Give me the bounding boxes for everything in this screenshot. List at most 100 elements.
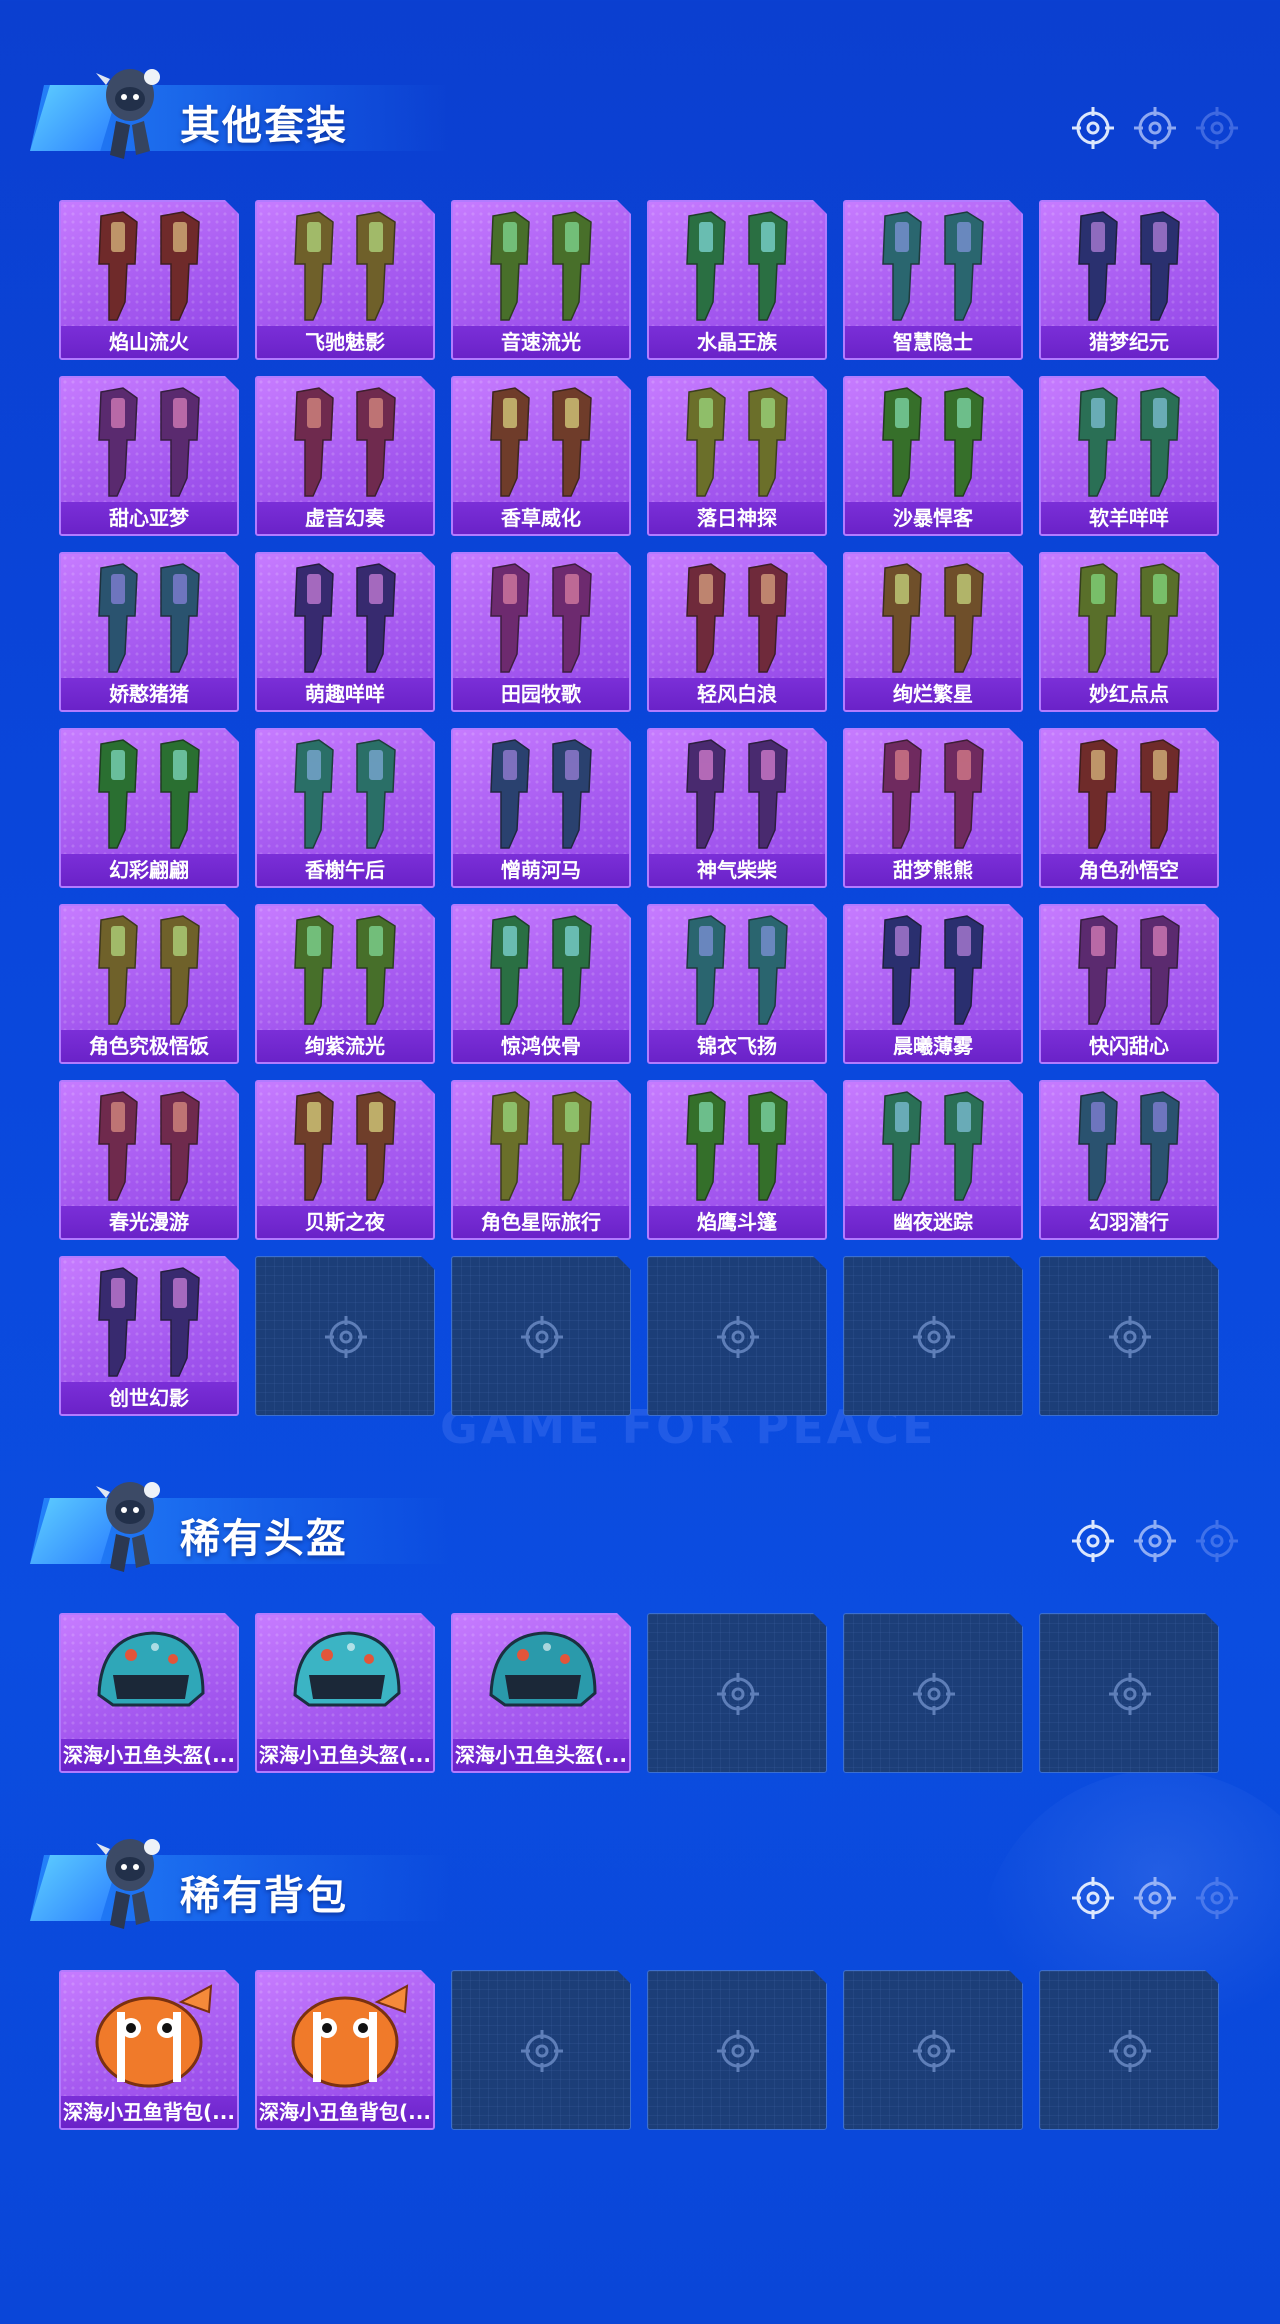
section-title: 其他套装 (180, 103, 348, 149)
target-icon (1132, 105, 1178, 151)
item-label: 神气柴柴 (649, 854, 825, 886)
item-card[interactable]: 深海小丑鱼背包(... (255, 1970, 435, 2130)
item-image (649, 554, 825, 678)
item-card[interactable]: 角色星际旅行 (451, 1080, 631, 1240)
item-card[interactable]: 香榭午后 (255, 728, 435, 888)
mascot-icon (90, 55, 170, 165)
item-card[interactable]: 快闪甜心 (1039, 904, 1219, 1064)
header-target-group (1070, 105, 1260, 155)
item-label: 晨曦薄雾 (845, 1030, 1021, 1062)
item-label: 憎萌河马 (453, 854, 629, 886)
item-image (257, 202, 433, 326)
item-label: 锦衣飞扬 (649, 1030, 825, 1062)
item-image (649, 202, 825, 326)
item-label: 幻羽潜行 (1041, 1206, 1217, 1238)
item-card[interactable]: 神气柴柴 (647, 728, 827, 888)
item-label: 轻风白浪 (649, 678, 825, 710)
empty-slot (1039, 1970, 1219, 2130)
empty-slot (451, 1256, 631, 1416)
item-card[interactable]: 轻风白浪 (647, 552, 827, 712)
item-label: 猎梦纪元 (1041, 326, 1217, 358)
item-label: 虚音幻奏 (257, 502, 433, 534)
item-label: 水晶王族 (649, 326, 825, 358)
item-card[interactable]: 春光漫游 (59, 1080, 239, 1240)
item-card[interactable]: 角色究极悟饭 (59, 904, 239, 1064)
item-card[interactable]: 深海小丑鱼头盔(... (451, 1613, 631, 1773)
item-card[interactable]: 智慧隐士 (843, 200, 1023, 360)
item-label: 幻彩翩翩 (61, 854, 237, 886)
item-card[interactable]: 憎萌河马 (451, 728, 631, 888)
item-card[interactable]: 萌趣咩咩 (255, 552, 435, 712)
item-image (845, 906, 1021, 1030)
item-card[interactable]: 惊鸿侠骨 (451, 904, 631, 1064)
item-image (257, 1972, 433, 2096)
item-image (453, 730, 629, 854)
section-header: 稀有头盔 (30, 1468, 1280, 1588)
item-image (61, 730, 237, 854)
target-icon (1070, 1875, 1116, 1921)
item-label: 深海小丑鱼头盔(... (257, 1739, 433, 1771)
item-image (257, 906, 433, 1030)
item-image (61, 1972, 237, 2096)
item-card[interactable]: 香草威化 (451, 376, 631, 536)
empty-slot (647, 1613, 827, 1773)
target-icon (1070, 1518, 1116, 1564)
section-header: 稀有背包 (30, 1825, 1280, 1945)
item-card[interactable]: 水晶王族 (647, 200, 827, 360)
item-card[interactable]: 焰山流火 (59, 200, 239, 360)
empty-slot (843, 1970, 1023, 2130)
item-card[interactable]: 创世幻影 (59, 1256, 239, 1416)
item-image (61, 1615, 237, 1739)
item-card[interactable]: 角色孙悟空 (1039, 728, 1219, 888)
item-card[interactable]: 幻羽潜行 (1039, 1080, 1219, 1240)
item-card[interactable]: 贝斯之夜 (255, 1080, 435, 1240)
item-card[interactable]: 软羊咩咩 (1039, 376, 1219, 536)
item-image (257, 554, 433, 678)
item-label: 田园牧歌 (453, 678, 629, 710)
item-card[interactable]: 焰鹰斗篷 (647, 1080, 827, 1240)
item-card[interactable]: 沙暴悍客 (843, 376, 1023, 536)
item-card[interactable]: 深海小丑鱼头盔(... (59, 1613, 239, 1773)
item-card[interactable]: 深海小丑鱼背包(... (59, 1970, 239, 2130)
item-card[interactable]: 落日神探 (647, 376, 827, 536)
item-image (257, 730, 433, 854)
item-card[interactable]: 妙红点点 (1039, 552, 1219, 712)
item-card[interactable]: 飞驰魅影 (255, 200, 435, 360)
item-image (453, 202, 629, 326)
item-card[interactable]: 娇憨猪猪 (59, 552, 239, 712)
item-card[interactable]: 甜心亚梦 (59, 376, 239, 536)
item-label: 落日神探 (649, 502, 825, 534)
item-label: 幽夜迷踪 (845, 1206, 1021, 1238)
target-icon (1194, 1875, 1240, 1921)
item-card[interactable]: 虚音幻奏 (255, 376, 435, 536)
item-card[interactable]: 田园牧歌 (451, 552, 631, 712)
item-card[interactable]: 甜梦熊熊 (843, 728, 1023, 888)
target-icon (1194, 1518, 1240, 1564)
item-card[interactable]: 晨曦薄雾 (843, 904, 1023, 1064)
item-card[interactable]: 猎梦纪元 (1039, 200, 1219, 360)
item-label: 沙暴悍客 (845, 502, 1021, 534)
item-label: 甜心亚梦 (61, 502, 237, 534)
item-label: 快闪甜心 (1041, 1030, 1217, 1062)
item-card[interactable]: 绚烂繁星 (843, 552, 1023, 712)
item-card[interactable]: 深海小丑鱼头盔(... (255, 1613, 435, 1773)
item-label: 创世幻影 (61, 1382, 237, 1414)
item-image (649, 906, 825, 1030)
item-label: 智慧隐士 (845, 326, 1021, 358)
item-image (1041, 554, 1217, 678)
item-card[interactable]: 音速流光 (451, 200, 631, 360)
empty-slot (647, 1970, 827, 2130)
empty-slot (843, 1256, 1023, 1416)
item-image (61, 554, 237, 678)
item-image (1041, 202, 1217, 326)
item-card[interactable]: 绚紫流光 (255, 904, 435, 1064)
item-label: 焰山流火 (61, 326, 237, 358)
item-card[interactable]: 锦衣飞扬 (647, 904, 827, 1064)
item-card[interactable]: 幽夜迷踪 (843, 1080, 1023, 1240)
empty-slot (1039, 1256, 1219, 1416)
item-label: 角色究极悟饭 (61, 1030, 237, 1062)
item-image (453, 1082, 629, 1206)
item-label: 软羊咩咩 (1041, 502, 1217, 534)
item-image (649, 378, 825, 502)
item-card[interactable]: 幻彩翩翩 (59, 728, 239, 888)
